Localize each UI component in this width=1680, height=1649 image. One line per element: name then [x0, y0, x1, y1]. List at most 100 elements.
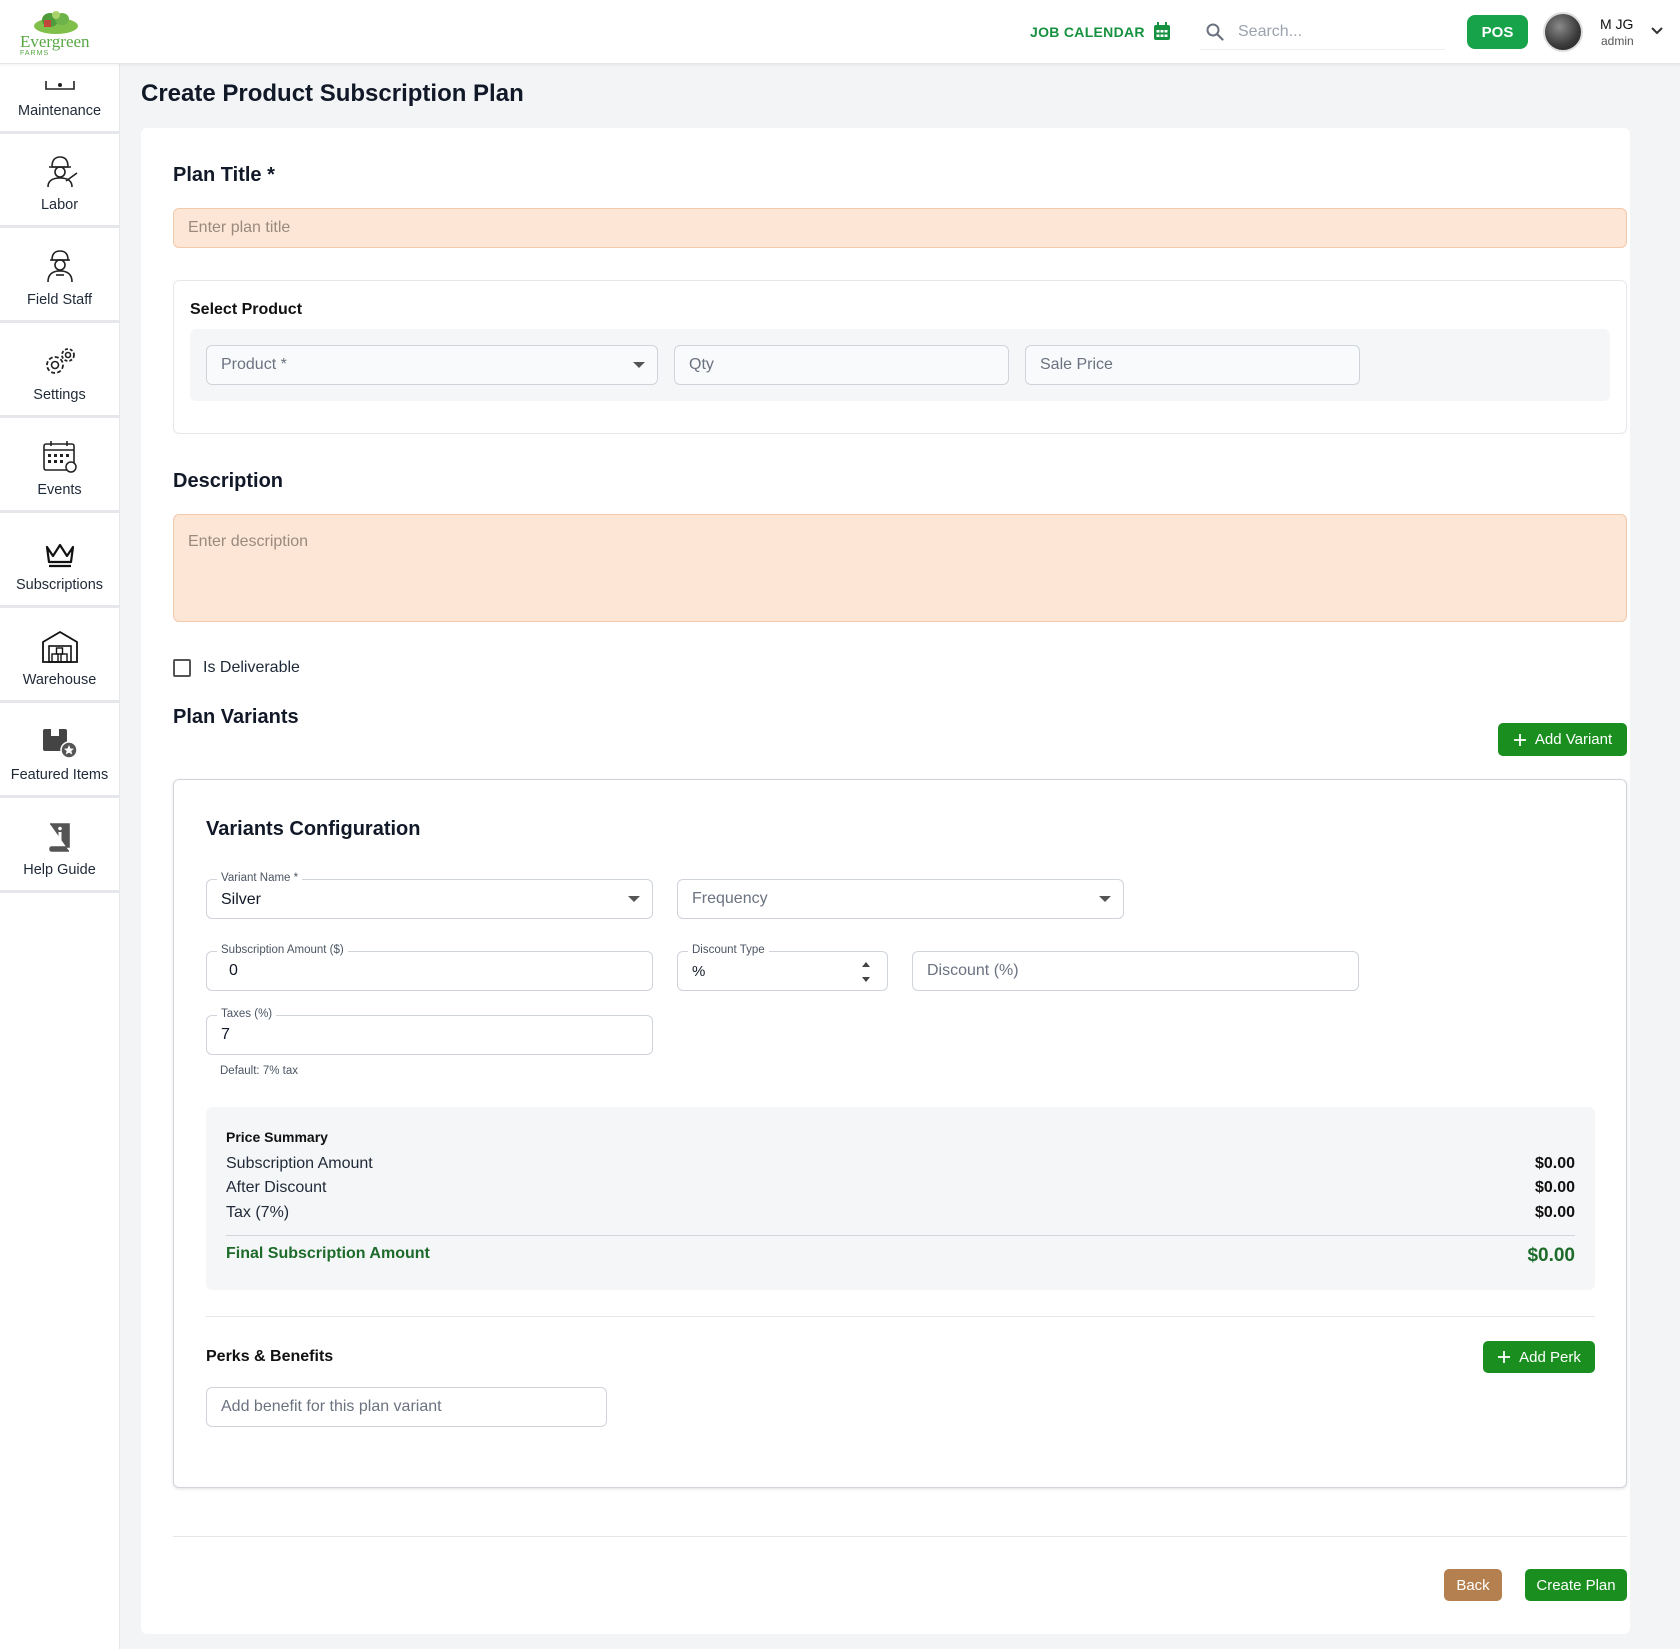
sidebar-item-maintenance[interactable]: Maintenance: [0, 64, 119, 134]
plus-icon: [1513, 733, 1526, 746]
sidebar-item-field-staff[interactable]: Field Staff: [0, 230, 119, 323]
summary-row-value: $0.00: [1534, 1179, 1575, 1196]
sidebar-item-label: Subscriptions: [15, 577, 104, 593]
create-plan-form: Plan Title * Select Product Product * De…: [141, 128, 1630, 1634]
select-product-label: Select Product: [190, 301, 303, 318]
summary-row-tax: Tax (7%) $0.00: [226, 1204, 1575, 1222]
sidebar-item-warehouse[interactable]: Warehouse: [0, 610, 119, 703]
pos-button[interactable]: POS: [1467, 15, 1528, 49]
summary-row-label: Subscription Amount: [226, 1155, 373, 1172]
calendar-grid-icon: [42, 441, 77, 473]
labor-icon: [46, 156, 77, 188]
variant-config-panel: Variants Configuration Variant Name * Si…: [173, 779, 1627, 1488]
sidebar-item-settings[interactable]: Settings: [0, 325, 119, 418]
evergreen-logo[interactable]: Evergreen FARMS: [18, 10, 98, 57]
job-calendar-label: JOB CALENDAR: [1030, 23, 1145, 40]
info-book-icon: [48, 823, 70, 852]
sidebar-item-featured-items[interactable]: Featured Items: [0, 705, 119, 798]
product-select[interactable]: Product *: [206, 345, 658, 385]
crown-icon: [45, 543, 74, 568]
summary-row-label: After Discount: [226, 1179, 327, 1196]
frequency-placeholder: Frequency: [692, 890, 768, 907]
summary-divider: [226, 1235, 1575, 1236]
summary-row-value: $0.00: [1534, 1204, 1575, 1221]
logo-leaf-icon: [34, 11, 78, 34]
taxes-value: 7: [221, 1026, 230, 1043]
sidebar-item-label: Warehouse: [22, 672, 97, 688]
caret-down-icon: [628, 896, 640, 902]
search-input[interactable]: [1238, 22, 1438, 41]
add-variant-button[interactable]: Add Variant: [1498, 723, 1627, 756]
plan-title-input[interactable]: [173, 208, 1627, 248]
discount-type-label: Discount Type: [688, 944, 769, 956]
add-perk-button[interactable]: Add Perk: [1483, 1341, 1595, 1373]
sale-price-input[interactable]: [1025, 345, 1360, 385]
sidebar-item-labor[interactable]: Labor: [0, 135, 119, 228]
top-header: Evergreen FARMS JOB CALENDAR POS M JG ad…: [0, 0, 1680, 64]
final-amount-value: $0.00: [1527, 1245, 1575, 1266]
field-staff-icon: [46, 250, 73, 283]
calendar-icon: [1153, 22, 1170, 40]
summary-row-after-discount: After Discount $0.00: [226, 1179, 1575, 1197]
caret-down-icon: [1099, 896, 1111, 902]
logo-subtext: FARMS: [20, 50, 50, 57]
is-deliverable-row: Is Deliverable: [173, 659, 300, 677]
description-textarea[interactable]: [173, 514, 1627, 622]
plan-title-label: Plan Title *: [173, 164, 275, 186]
variant-name-value: Silver: [221, 891, 262, 908]
sidebar-item-help-guide[interactable]: Help Guide: [0, 800, 119, 893]
summary-row-value: $0.00: [1534, 1155, 1575, 1172]
taxes-hint: Default: 7% tax: [220, 1065, 298, 1077]
user-name: M JG: [1600, 16, 1634, 32]
user-role: admin: [1601, 34, 1634, 48]
header-search: [1200, 14, 1445, 50]
price-summary-box: Price Summary Subscription Amount $0.00 …: [206, 1107, 1595, 1290]
frequency-select[interactable]: Frequency: [677, 879, 1124, 919]
summary-row-subscription: Subscription Amount $0.00: [226, 1155, 1575, 1173]
is-deliverable-label: Is Deliverable: [203, 659, 300, 676]
plus-icon: [1498, 1351, 1511, 1363]
discount-input[interactable]: [912, 951, 1359, 991]
discount-type-select[interactable]: Discount Type %: [677, 944, 888, 991]
plan-variants-label: Plan Variants: [173, 706, 299, 728]
add-perk-label: Add Perk: [1519, 1348, 1581, 1366]
featured-box-icon: [42, 729, 78, 759]
variant-name-select[interactable]: Variant Name * Silver: [206, 872, 653, 919]
qty-input[interactable]: [674, 345, 1009, 385]
sidebar-item-label: Labor: [40, 197, 79, 213]
job-calendar-link[interactable]: JOB CALENDAR: [1030, 22, 1171, 41]
price-summary-heading: Price Summary: [226, 1129, 328, 1145]
back-button[interactable]: Back: [1444, 1569, 1502, 1601]
subscription-amount-input[interactable]: Subscription Amount ($) 0: [206, 944, 653, 991]
search-icon: [1206, 23, 1224, 41]
taxes-label: Taxes (%): [217, 1008, 277, 1020]
subscription-amount-value: 0: [229, 962, 238, 979]
variants-config-heading: Variants Configuration: [206, 818, 421, 840]
description-label: Description: [173, 470, 284, 492]
sidebar-item-subscriptions[interactable]: Subscriptions: [0, 515, 119, 608]
sidebar: Maintenance Labor Field Staff Settings E…: [0, 64, 120, 1649]
sidebar-item-label: Maintenance: [17, 103, 102, 119]
perk-input[interactable]: [206, 1387, 607, 1427]
perks-heading: Perks & Benefits: [206, 1348, 334, 1365]
taxes-input[interactable]: Taxes (%) 7: [206, 1008, 653, 1055]
is-deliverable-checkbox[interactable]: [173, 659, 191, 677]
up-down-caret-icon[interactable]: [861, 960, 871, 984]
avatar[interactable]: [1543, 12, 1583, 52]
summary-row-label: Tax (7%): [226, 1204, 290, 1221]
maintenance-icon: [44, 81, 75, 90]
variant-name-label: Variant Name *: [217, 872, 303, 884]
sidebar-item-label: Settings: [33, 387, 86, 403]
page-title: Create Product Subscription Plan: [141, 80, 524, 107]
perks-divider: [206, 1316, 1595, 1317]
footer-divider: [173, 1536, 1627, 1537]
chevron-down-icon[interactable]: [1650, 26, 1664, 36]
create-plan-button[interactable]: Create Plan: [1525, 1569, 1627, 1601]
sidebar-item-events[interactable]: Events: [0, 420, 119, 513]
sidebar-item-label: Help Guide: [23, 862, 96, 878]
product-row: Product *: [190, 329, 1610, 401]
warehouse-icon: [41, 630, 78, 663]
summary-row-final: Final Subscription Amount $0.00: [226, 1245, 1575, 1267]
add-variant-label: Add Variant: [1534, 731, 1613, 748]
product-select-placeholder: Product *: [221, 356, 287, 373]
